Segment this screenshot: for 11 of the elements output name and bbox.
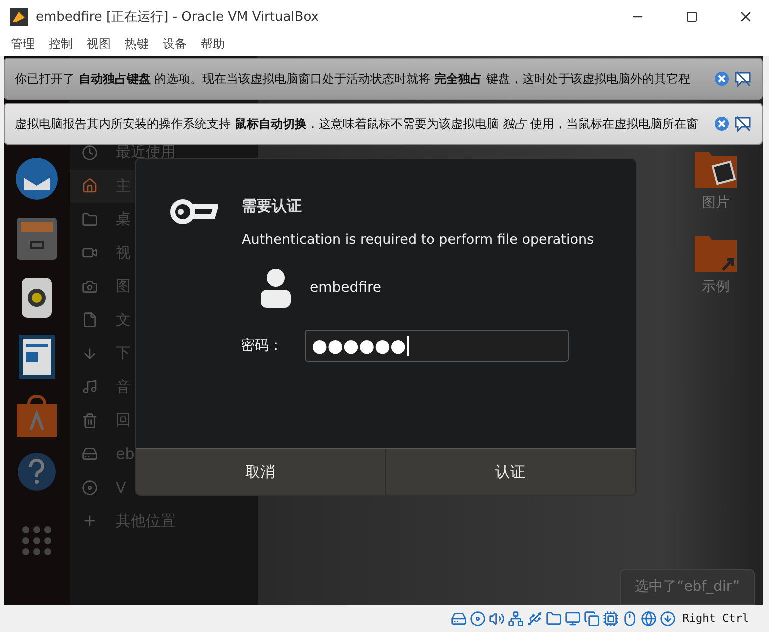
dialog-title: 需要认证 xyxy=(242,197,303,216)
window-title: embedfire [正在运行] - Oracle VM VirtualBox xyxy=(36,9,320,26)
notification-text: 虚拟电脑报告其内所安装的操作系统支持 鼠标自动切换．这意味着鼠标不需要为该虚拟电脑 独占 使用，当鼠标在虚拟电脑所在窗 xyxy=(15,116,700,132)
host-key-label: Right Ctrl xyxy=(682,612,749,625)
file-label: 图片 xyxy=(702,194,730,212)
selection-toast: 选中了“ebf_dir” xyxy=(620,569,755,605)
user-name: embedfire xyxy=(310,280,382,296)
file-label: 示例 xyxy=(702,278,730,296)
password-label: 密码： xyxy=(241,337,283,355)
dialog-message: Authentication is required to perform file operations xyxy=(242,232,594,248)
notification-text: 你已打开了 自动独占键盘 的选项。现在当该虚拟电脑窗口处于活动状态时就将 完全独占 键盘，这时处于该虚拟电脑外的其它程 xyxy=(15,70,692,88)
